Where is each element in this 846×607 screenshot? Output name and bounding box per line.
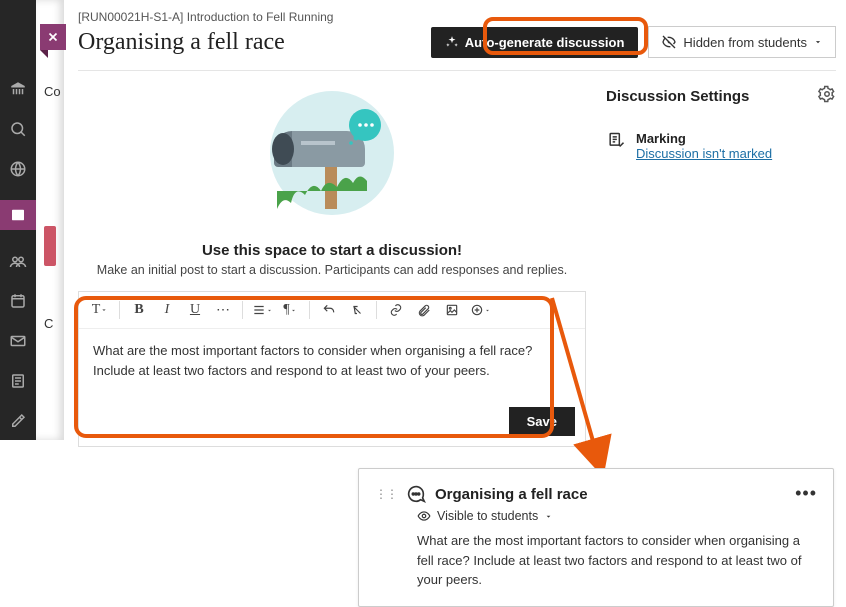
marking-section: Marking Discussion isn't marked [606,131,836,161]
chevron-down-icon [544,512,553,521]
course-thumb [44,226,56,266]
courses-icon[interactable] [0,200,36,230]
clear-format-button[interactable] [344,298,370,322]
visibility-label: Hidden from students [683,35,807,50]
messages-icon[interactable] [9,332,27,350]
grades-icon[interactable] [9,372,27,390]
page-title: Organising a fell race [78,29,285,56]
callout-arrow [544,290,614,480]
marking-icon [606,131,626,161]
app-nav-rail [0,0,36,440]
peek-tab-content: Co [44,84,61,99]
italic-button[interactable]: I [154,298,180,322]
sparkle-icon [445,35,459,49]
discussion-item-card: ⋮⋮ Organising a fell race ••• Visible to… [358,468,834,607]
eye-icon [417,509,431,523]
empty-discussion-state: Use this space to start a discussion! Ma… [78,81,586,277]
auto-generate-label: Auto-generate discussion [465,35,625,50]
drag-handle-icon[interactable]: ⋮⋮ [375,487,397,501]
item-menu-button[interactable]: ••• [795,483,817,504]
hidden-icon [661,34,677,50]
breadcrumb: [RUN00021H-S1-A] Introduction to Fell Ru… [78,10,836,24]
groups-icon[interactable] [9,252,27,270]
tools-icon[interactable] [9,412,27,430]
insert-menu[interactable] [467,298,493,322]
discussion-editor: T B I U ⋯ ¶ [78,291,586,447]
bold-button[interactable]: B [126,298,152,322]
institution-icon[interactable] [9,80,27,98]
close-panel-button[interactable] [40,24,66,50]
discussion-item-body: What are the most important factors to c… [417,531,817,590]
more-formatting-button[interactable]: ⋯ [210,298,236,322]
peek-tab-content2: C [44,316,53,331]
search-icon[interactable] [9,120,27,138]
editor-textarea[interactable]: What are the most important factors to c… [79,329,585,399]
image-button[interactable] [439,298,465,322]
attachment-button[interactable] [411,298,437,322]
link-button[interactable] [383,298,409,322]
text-style-menu[interactable]: T [87,298,113,322]
marking-status-link[interactable]: Discussion isn't marked [636,146,772,161]
marking-label: Marking [636,131,772,146]
item-visibility-toggle[interactable]: Visible to students [417,509,817,523]
settings-heading: Discussion Settings [606,88,749,105]
chevron-down-icon [813,37,823,47]
visibility-toggle[interactable]: Hidden from students [648,26,836,58]
empty-state-heading: Use this space to start a discussion! [78,242,586,259]
settings-gear-icon[interactable] [818,85,836,107]
paragraph-menu[interactable]: ¶ [277,298,303,322]
discussion-item-title[interactable]: Organising a fell race [435,486,588,503]
editor-toolbar: T B I U ⋯ ¶ [79,292,585,329]
auto-generate-discussion-button[interactable]: Auto-generate discussion [431,27,639,58]
main-panel: [RUN00021H-S1-A] Introduction to Fell Ru… [78,10,836,447]
item-visibility-label: Visible to students [437,509,538,523]
mailbox-illustration [247,81,417,231]
empty-state-subtext: Make an initial post to start a discussi… [78,263,586,277]
panel-shadow [36,0,64,440]
align-menu[interactable] [249,298,275,322]
underline-button[interactable]: U [182,298,208,322]
undo-button[interactable] [316,298,342,322]
close-icon [46,30,60,44]
globe-icon[interactable] [9,160,27,178]
calendar-icon[interactable] [9,292,27,310]
discussion-icon [405,483,427,505]
